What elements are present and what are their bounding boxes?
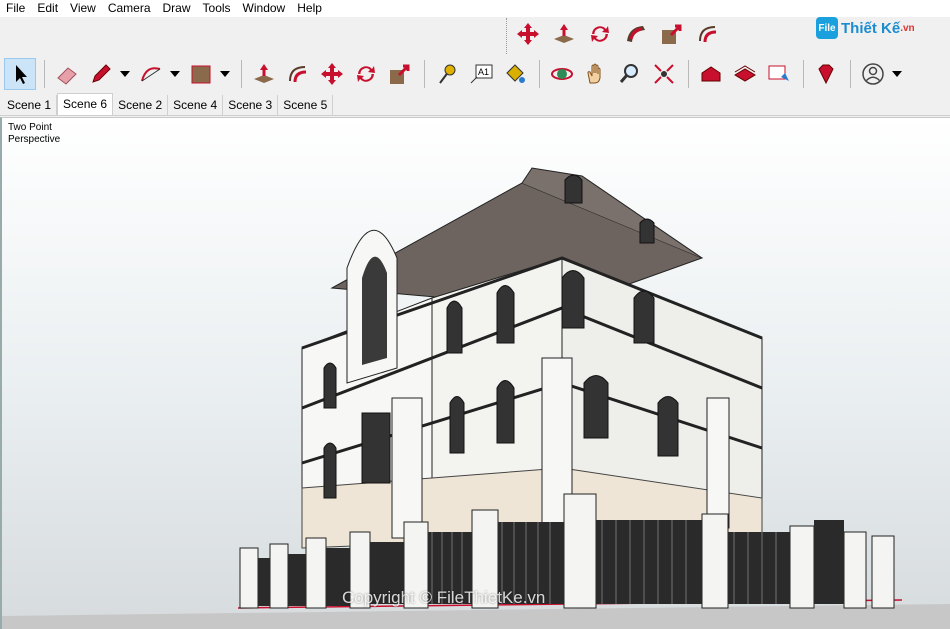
zoom-tool[interactable] — [614, 58, 646, 90]
tab-scene-6[interactable]: Scene 6 — [57, 93, 114, 115]
arc-tool[interactable] — [135, 58, 167, 90]
layout-icon — [768, 65, 789, 81]
zoom-extents-icon — [654, 64, 674, 84]
logo-mark: File — [816, 17, 838, 39]
paint-bucket-icon — [506, 64, 525, 83]
menu-window[interactable]: Window — [237, 0, 292, 17]
building-model — [2, 167, 950, 629]
extension-warehouse-tool[interactable] — [729, 58, 761, 90]
select-icon — [16, 65, 27, 84]
layout-tool[interactable] — [763, 58, 795, 90]
account-icon — [862, 63, 884, 85]
tab-scene-3[interactable]: Scene 3 — [223, 95, 279, 115]
rotate-icon[interactable] — [587, 21, 613, 52]
toolbar-separator — [688, 60, 689, 88]
toolbar-separator — [44, 60, 45, 88]
logo-suffix: .vn — [900, 22, 915, 34]
rectangle-icon — [191, 65, 211, 84]
move-tool[interactable] — [316, 58, 348, 90]
menu-bar: File Edit View Camera Draw Tools Window … — [0, 0, 950, 17]
extension-warehouse-icon — [734, 65, 756, 82]
text-icon: A1 — [470, 64, 493, 84]
chevron-down-icon — [892, 71, 902, 77]
ruby-console-tool[interactable] — [810, 58, 842, 90]
tape-measure-icon — [439, 64, 456, 84]
menu-view[interactable]: View — [64, 0, 102, 17]
chevron-down-icon — [120, 71, 130, 77]
pencil-tool[interactable] — [85, 58, 117, 90]
ruby-icon — [818, 64, 834, 85]
text-tool[interactable]: A1 — [465, 58, 497, 90]
offset-icon[interactable] — [695, 21, 721, 52]
warehouse-tool[interactable] — [695, 58, 727, 90]
paint-bucket-tool[interactable] — [499, 58, 531, 90]
move-icon — [321, 63, 343, 85]
copyright-watermark: Copyright © FileThietKe.vn — [342, 588, 546, 607]
tab-scene-4[interactable]: Scene 4 — [168, 95, 224, 115]
text-tool-label: A1 — [478, 67, 489, 77]
pencil-icon — [92, 64, 111, 83]
chevron-down-icon — [220, 71, 230, 77]
tape-measure-tool[interactable] — [431, 58, 463, 90]
tab-scene-2[interactable]: Scene 2 — [113, 95, 169, 115]
zoom-extents-tool[interactable] — [648, 58, 680, 90]
push-pull-icon[interactable] — [551, 21, 577, 52]
warehouse-icon — [701, 66, 721, 82]
menu-camera[interactable]: Camera — [102, 0, 157, 17]
pan-tool[interactable] — [580, 58, 612, 90]
toolbar-separator — [803, 60, 804, 88]
orbit-tool[interactable] — [546, 58, 578, 90]
push-pull-tool[interactable] — [248, 58, 280, 90]
menu-edit[interactable]: Edit — [31, 0, 64, 17]
follow-me-icon[interactable] — [623, 21, 649, 52]
rotate-icon — [357, 66, 375, 82]
menu-file[interactable]: File — [0, 0, 31, 17]
orbit-icon — [551, 68, 573, 80]
logo: File Thiết Kế .vn — [816, 14, 946, 42]
logo-text: Thiết Kế — [841, 19, 901, 37]
rotate-tool[interactable] — [350, 58, 382, 90]
move-icon[interactable] — [515, 21, 541, 52]
scale-icon — [390, 64, 410, 84]
push-pull-icon — [254, 64, 274, 83]
arc-dropdown[interactable] — [169, 58, 181, 90]
eraser-tool[interactable] — [51, 58, 83, 90]
arc-icon — [141, 67, 161, 82]
toolbar-separator — [539, 60, 540, 88]
offset-icon — [289, 66, 307, 83]
menu-tools[interactable]: Tools — [197, 0, 237, 17]
eraser-icon — [57, 67, 77, 85]
offset-tool[interactable] — [282, 58, 314, 90]
account-button[interactable] — [857, 58, 889, 90]
toolbar-separator — [241, 60, 242, 88]
menu-help[interactable]: Help — [291, 0, 328, 17]
menu-draw[interactable]: Draw — [157, 0, 197, 17]
scale-icon[interactable] — [659, 21, 685, 52]
scale-tool[interactable] — [384, 58, 416, 90]
scene-tabs: Scene 1 Scene 6 Scene 2 Scene 4 Scene 3 … — [0, 93, 950, 116]
tab-scene-5[interactable]: Scene 5 — [278, 95, 334, 115]
main-toolbar: A1 — [0, 55, 950, 93]
tab-scene-1[interactable]: Scene 1 — [2, 95, 58, 115]
rectangle-tool[interactable] — [185, 58, 217, 90]
zoom-icon — [619, 64, 638, 83]
account-dropdown[interactable] — [891, 58, 903, 90]
toolbar-separator — [850, 60, 851, 88]
pan-icon — [587, 63, 601, 84]
rectangle-dropdown[interactable] — [219, 58, 231, 90]
chevron-down-icon — [170, 71, 180, 77]
pencil-dropdown[interactable] — [119, 58, 131, 90]
model-viewport[interactable]: Two Point Perspective Copyright © FileTh… — [0, 117, 950, 629]
toolbar-separator — [424, 60, 425, 88]
edit-toolbar — [506, 18, 717, 54]
select-tool[interactable] — [4, 58, 36, 90]
